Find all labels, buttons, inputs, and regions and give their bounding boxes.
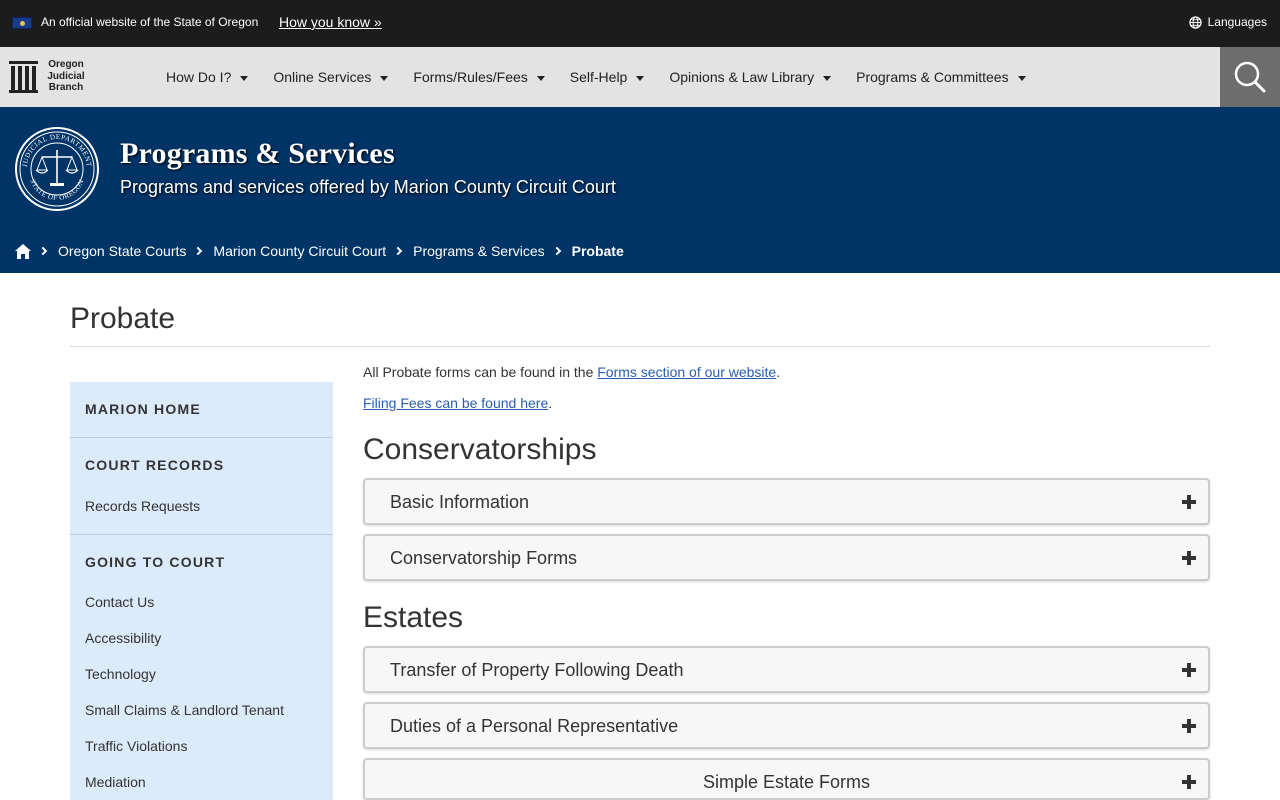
chevron-right-icon: [393, 246, 403, 256]
hero-title: Programs & Services: [120, 137, 395, 170]
sidebar-item-accessibility[interactable]: Accessibility: [85, 630, 318, 646]
main-navigation: Oregon Judicial Branch How Do I? Online …: [0, 47, 1280, 107]
forms-intro-text: All Probate forms can be found in the Fo…: [363, 364, 781, 380]
judicial-department-seal-icon: JUDICIAL DEPARTMENT STATE OF OREGON: [15, 127, 99, 211]
caret-down-icon: [636, 75, 645, 81]
caret-down-icon: [1017, 75, 1026, 81]
plus-icon: [1182, 551, 1196, 565]
search-icon: [1234, 61, 1266, 93]
filing-fees-text: Filing Fees can be found here.: [363, 395, 553, 411]
sidebar: MARION HOME COURT RECORDS Records Reques…: [70, 382, 333, 800]
languages-label: Languages: [1207, 15, 1267, 29]
search-button[interactable]: [1220, 47, 1280, 107]
caret-down-icon: [240, 75, 249, 81]
official-banner: An official website of the State of Oreg…: [0, 0, 1280, 47]
caret-down-icon: [823, 75, 832, 81]
title-divider: [70, 346, 1210, 347]
chevron-right-icon: [552, 246, 561, 256]
home-icon[interactable]: [15, 243, 31, 259]
sidebar-section-marion-home: MARION HOME: [70, 382, 333, 438]
sidebar-heading-going-to-court[interactable]: GOING TO COURT: [85, 535, 318, 570]
oregon-flag-icon: [12, 17, 32, 29]
accordion-transfer-of-property[interactable]: Transfer of Property Following Death: [363, 646, 1210, 693]
accordion-simple-estate-forms[interactable]: Simple Estate Forms: [363, 758, 1210, 800]
sidebar-item-small-claims[interactable]: Small Claims & Landlord Tenant: [85, 702, 318, 718]
hero-banner: JUDICIAL DEPARTMENT STATE OF OREGON Prog…: [0, 107, 1280, 273]
nav-menu: How Do I? Online Services Forms/Rules/Fe…: [166, 47, 1026, 107]
sidebar-section-court-records: COURT RECORDS Records Requests: [70, 438, 333, 535]
nav-self-help[interactable]: Self-Help: [570, 69, 645, 85]
plus-icon: [1182, 775, 1196, 789]
breadcrumb-marion-county-circuit-court[interactable]: Marion County Circuit Court: [213, 243, 386, 259]
sidebar-item-mediation[interactable]: Mediation: [85, 774, 318, 790]
breadcrumb-current: Probate: [571, 243, 624, 259]
forms-section-link[interactable]: Forms section of our website: [597, 364, 776, 380]
page-title: Probate: [70, 302, 176, 335]
nav-online-services[interactable]: Online Services: [273, 69, 389, 85]
plus-icon: [1182, 663, 1196, 677]
caret-down-icon: [536, 75, 545, 81]
chevron-right-icon: [38, 246, 48, 256]
accordion-duties-personal-representative[interactable]: Duties of a Personal Representative: [363, 702, 1210, 749]
official-website-text: An official website of the State of Oreg…: [41, 15, 259, 29]
sidebar-item-records-requests[interactable]: Records Requests: [85, 498, 318, 514]
breadcrumb-oregon-state-courts[interactable]: Oregon State Courts: [58, 243, 186, 259]
sidebar-heading-marion-home[interactable]: MARION HOME: [85, 382, 318, 417]
sidebar-section-going-to-court: GOING TO COURT Contact Us Accessibility …: [70, 535, 333, 790]
nav-forms-rules-fees[interactable]: Forms/Rules/Fees: [413, 69, 545, 85]
accordion-basic-information[interactable]: Basic Information: [363, 478, 1210, 525]
heading-conservatorships: Conservatorships: [363, 433, 597, 466]
how-you-know-link[interactable]: How you know »: [279, 14, 382, 30]
sidebar-item-contact-us[interactable]: Contact Us: [85, 594, 318, 610]
languages-button[interactable]: Languages: [1188, 15, 1267, 29]
breadcrumb-programs-services[interactable]: Programs & Services: [413, 243, 544, 259]
sidebar-item-technology[interactable]: Technology: [85, 666, 318, 682]
logo-text: Oregon Judicial Branch: [47, 59, 85, 93]
plus-icon: [1182, 719, 1196, 733]
caret-down-icon: [380, 75, 389, 81]
breadcrumb: Oregon State Courts Marion County Circui…: [15, 243, 624, 259]
courthouse-pillars-icon: [9, 61, 38, 93]
nav-how-do-i[interactable]: How Do I?: [166, 69, 249, 85]
nav-opinions-law-library[interactable]: Opinions & Law Library: [669, 69, 832, 85]
hero-subtitle: Programs and services offered by Marion …: [120, 177, 616, 197]
ojd-logo[interactable]: Oregon Judicial Branch: [9, 59, 99, 95]
globe-icon: [1188, 15, 1202, 29]
accordion-conservatorship-forms[interactable]: Conservatorship Forms: [363, 534, 1210, 581]
nav-programs-committees[interactable]: Programs & Committees: [856, 69, 1026, 85]
plus-icon: [1182, 495, 1196, 509]
heading-estates: Estates: [363, 601, 464, 634]
sidebar-item-traffic-violations[interactable]: Traffic Violations: [85, 738, 318, 754]
filing-fees-link[interactable]: Filing Fees can be found here: [363, 395, 548, 411]
sidebar-heading-court-records[interactable]: COURT RECORDS: [85, 438, 318, 473]
chevron-right-icon: [194, 246, 203, 256]
